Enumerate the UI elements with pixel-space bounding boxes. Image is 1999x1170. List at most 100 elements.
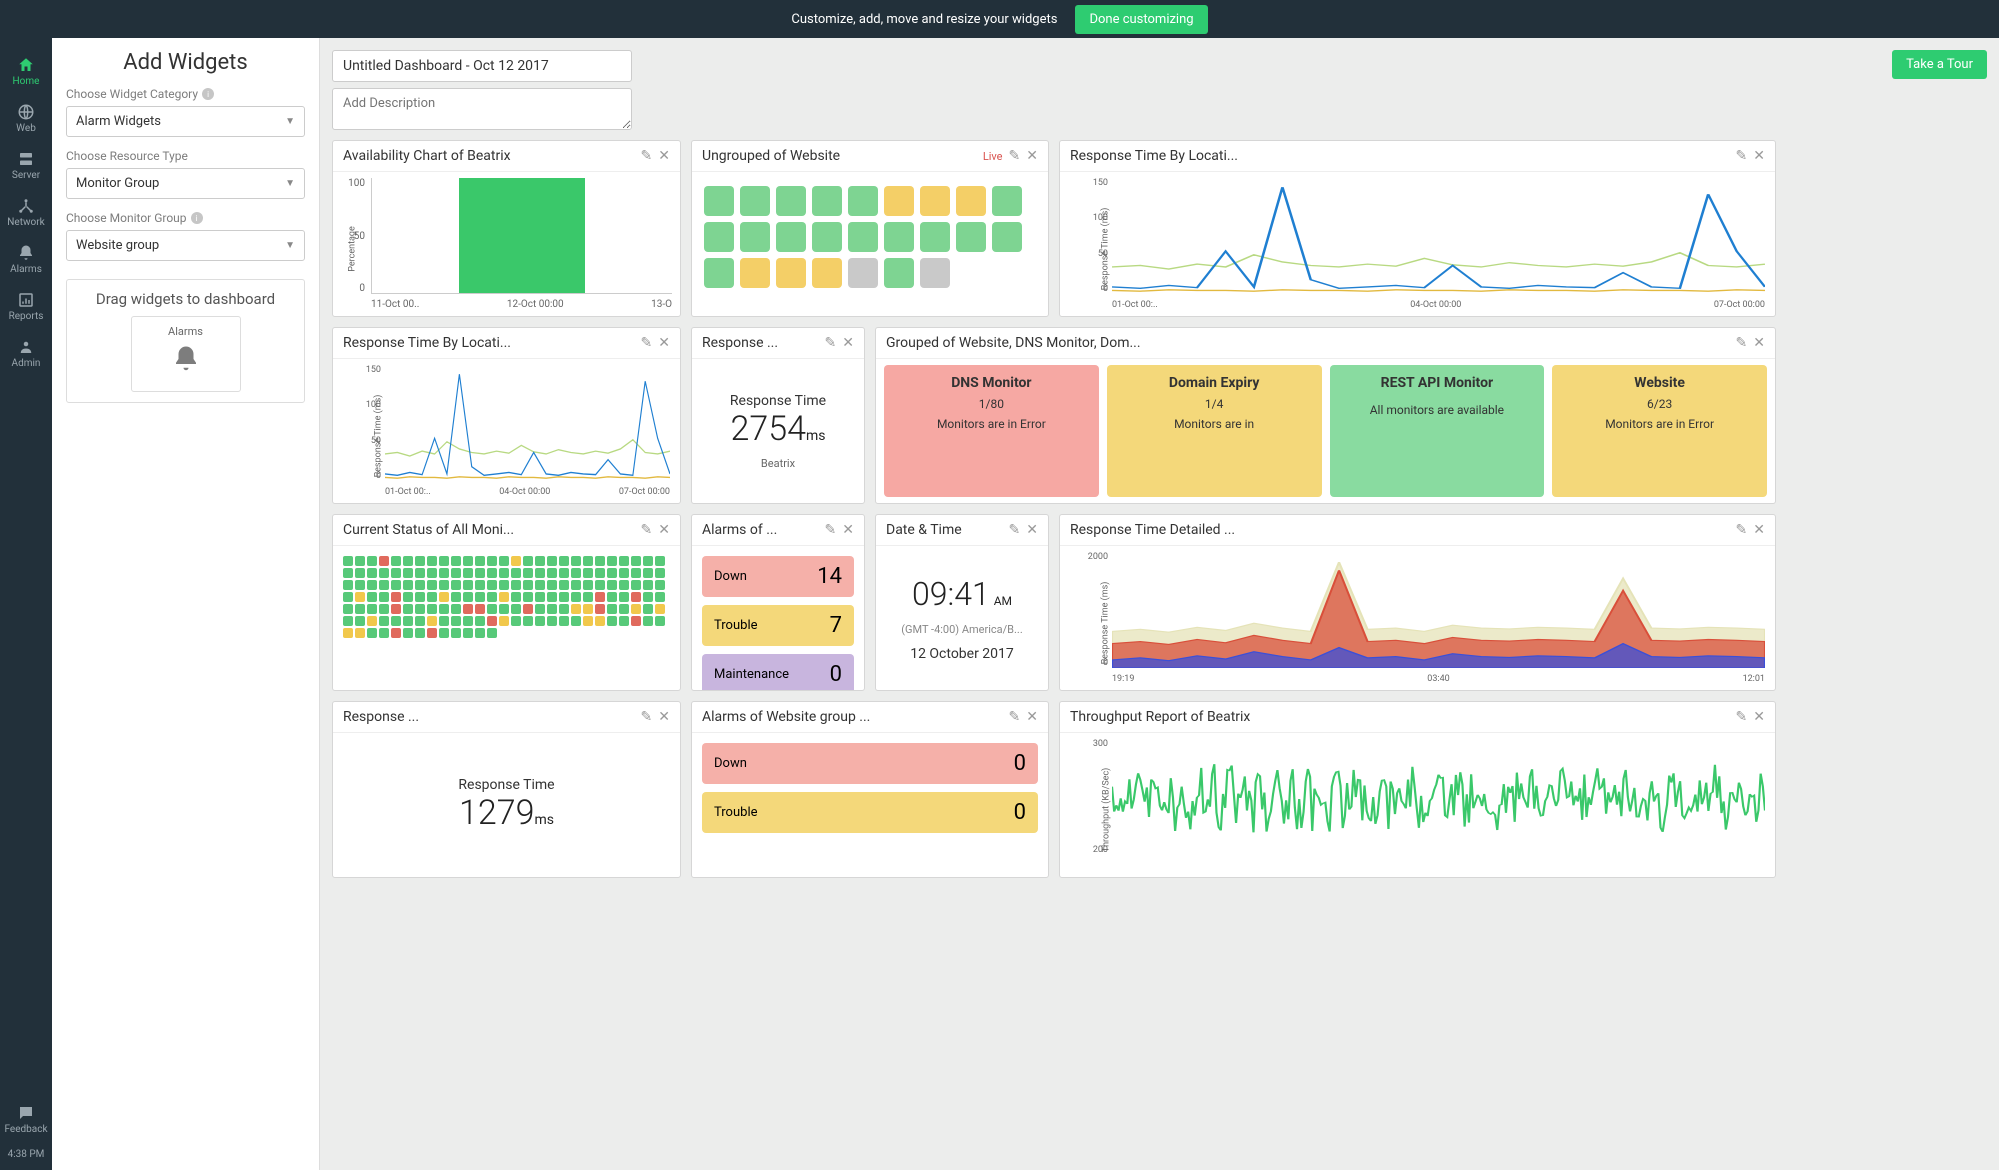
status-dot[interactable] — [391, 604, 401, 614]
status-dot[interactable] — [355, 628, 365, 638]
pencil-icon[interactable]: ✎ — [1736, 522, 1748, 538]
status-dot[interactable] — [571, 556, 581, 566]
status-dot[interactable] — [415, 628, 425, 638]
status-dot[interactable] — [415, 568, 425, 578]
status-dot[interactable] — [475, 592, 485, 602]
status-dot[interactable] — [487, 568, 497, 578]
status-dot[interactable] — [595, 556, 605, 566]
card-ungrouped[interactable]: Ungrouped of Website Live ✎✕ — [691, 140, 1049, 317]
status-dot[interactable] — [367, 556, 377, 566]
status-dot[interactable] — [571, 580, 581, 590]
card-rt-location-2[interactable]: Response Time By Locati... ✎✕ Response T… — [332, 327, 681, 504]
status-dot[interactable] — [499, 580, 509, 590]
card-grouped[interactable]: Grouped of Website, DNS Monitor, Dom... … — [875, 327, 1776, 504]
status-tile[interactable] — [812, 186, 842, 216]
status-dot[interactable] — [523, 616, 533, 626]
pencil-icon[interactable]: ✎ — [641, 522, 653, 538]
status-dot[interactable] — [355, 580, 365, 590]
card-response-time-1[interactable]: Response ... ✎✕ Response Time 2754ms Bea… — [691, 327, 865, 504]
status-dot[interactable] — [415, 580, 425, 590]
status-dot[interactable] — [523, 592, 533, 602]
status-dot[interactable] — [343, 628, 353, 638]
done-customizing-button[interactable]: Done customizing — [1075, 5, 1207, 34]
status-dot[interactable] — [379, 628, 389, 638]
status-dot[interactable] — [463, 628, 473, 638]
status-dot[interactable] — [607, 568, 617, 578]
status-dot[interactable] — [619, 616, 629, 626]
status-dot[interactable] — [535, 580, 545, 590]
status-dot[interactable] — [379, 556, 389, 566]
group-status-card[interactable]: REST API MonitorAll monitors are availab… — [1330, 365, 1545, 497]
info-icon[interactable]: i — [202, 88, 214, 100]
close-icon[interactable]: ✕ — [1753, 709, 1765, 725]
status-dot[interactable] — [619, 580, 629, 590]
status-dot[interactable] — [355, 568, 365, 578]
status-tile[interactable] — [920, 222, 950, 252]
status-dot[interactable] — [439, 556, 449, 566]
status-dot[interactable] — [355, 616, 365, 626]
card-availability[interactable]: Availability Chart of Beatrix ✎✕ Percent… — [332, 140, 681, 317]
status-tile[interactable] — [920, 186, 950, 216]
status-dot[interactable] — [607, 616, 617, 626]
status-dot[interactable] — [487, 580, 497, 590]
status-dot[interactable] — [439, 628, 449, 638]
status-dot[interactable] — [415, 556, 425, 566]
status-dot[interactable] — [487, 628, 497, 638]
status-dot[interactable] — [439, 604, 449, 614]
card-datetime[interactable]: Date & Time ✎✕ 09:41AM (GMT -4:00) Ameri… — [875, 514, 1049, 691]
status-dot[interactable] — [343, 604, 353, 614]
status-dot[interactable] — [535, 616, 545, 626]
category-select[interactable]: Alarm Widgets▼ — [66, 106, 305, 137]
status-tile[interactable] — [704, 258, 734, 288]
card-throughput[interactable]: Throughput Report of Beatrix ✎✕ Throughp… — [1059, 701, 1776, 878]
status-dot[interactable] — [595, 604, 605, 614]
card-rt-detailed[interactable]: Response Time Detailed ... ✎✕ Response T… — [1059, 514, 1776, 691]
status-dot[interactable] — [631, 568, 641, 578]
close-icon[interactable]: ✕ — [842, 522, 854, 538]
status-dot[interactable] — [643, 592, 653, 602]
status-tile[interactable] — [884, 222, 914, 252]
alarm-row[interactable]: Maintenance0 — [702, 654, 854, 690]
status-tile[interactable] — [920, 258, 950, 288]
status-dot[interactable] — [451, 556, 461, 566]
status-dot[interactable] — [631, 604, 641, 614]
close-icon[interactable]: ✕ — [1753, 522, 1765, 538]
status-tile[interactable] — [848, 186, 878, 216]
status-dot[interactable] — [559, 604, 569, 614]
status-dot[interactable] — [535, 556, 545, 566]
status-dot[interactable] — [487, 592, 497, 602]
close-icon[interactable]: ✕ — [658, 522, 670, 538]
status-dot[interactable] — [583, 592, 593, 602]
status-dot[interactable] — [463, 556, 473, 566]
card-alarms-2[interactable]: Alarms of Website group ... ✎✕ Down0Trou… — [691, 701, 1049, 878]
status-tile[interactable] — [704, 222, 734, 252]
status-dot[interactable] — [523, 604, 533, 614]
status-dot[interactable] — [607, 604, 617, 614]
status-dot[interactable] — [463, 580, 473, 590]
status-dot[interactable] — [403, 592, 413, 602]
status-dot[interactable] — [403, 568, 413, 578]
status-dot[interactable] — [355, 556, 365, 566]
status-dot[interactable] — [391, 580, 401, 590]
pencil-icon[interactable]: ✎ — [1736, 335, 1748, 351]
close-icon[interactable]: ✕ — [842, 335, 854, 351]
group-select[interactable]: Website group▼ — [66, 230, 305, 261]
pencil-icon[interactable]: ✎ — [1009, 709, 1021, 725]
status-dot[interactable] — [547, 604, 557, 614]
status-tile[interactable] — [956, 186, 986, 216]
status-dot[interactable] — [571, 568, 581, 578]
status-dot[interactable] — [367, 616, 377, 626]
status-dot[interactable] — [499, 592, 509, 602]
status-dot[interactable] — [475, 616, 485, 626]
status-dot[interactable] — [643, 580, 653, 590]
status-tile[interactable] — [848, 258, 878, 288]
status-dot[interactable] — [343, 556, 353, 566]
status-dot[interactable] — [547, 556, 557, 566]
status-dot[interactable] — [535, 592, 545, 602]
status-dot[interactable] — [367, 592, 377, 602]
status-dot[interactable] — [427, 568, 437, 578]
take-tour-button[interactable]: Take a Tour — [1892, 50, 1987, 79]
resource-select[interactable]: Monitor Group▼ — [66, 168, 305, 199]
status-dot[interactable] — [403, 628, 413, 638]
status-dot[interactable] — [559, 580, 569, 590]
